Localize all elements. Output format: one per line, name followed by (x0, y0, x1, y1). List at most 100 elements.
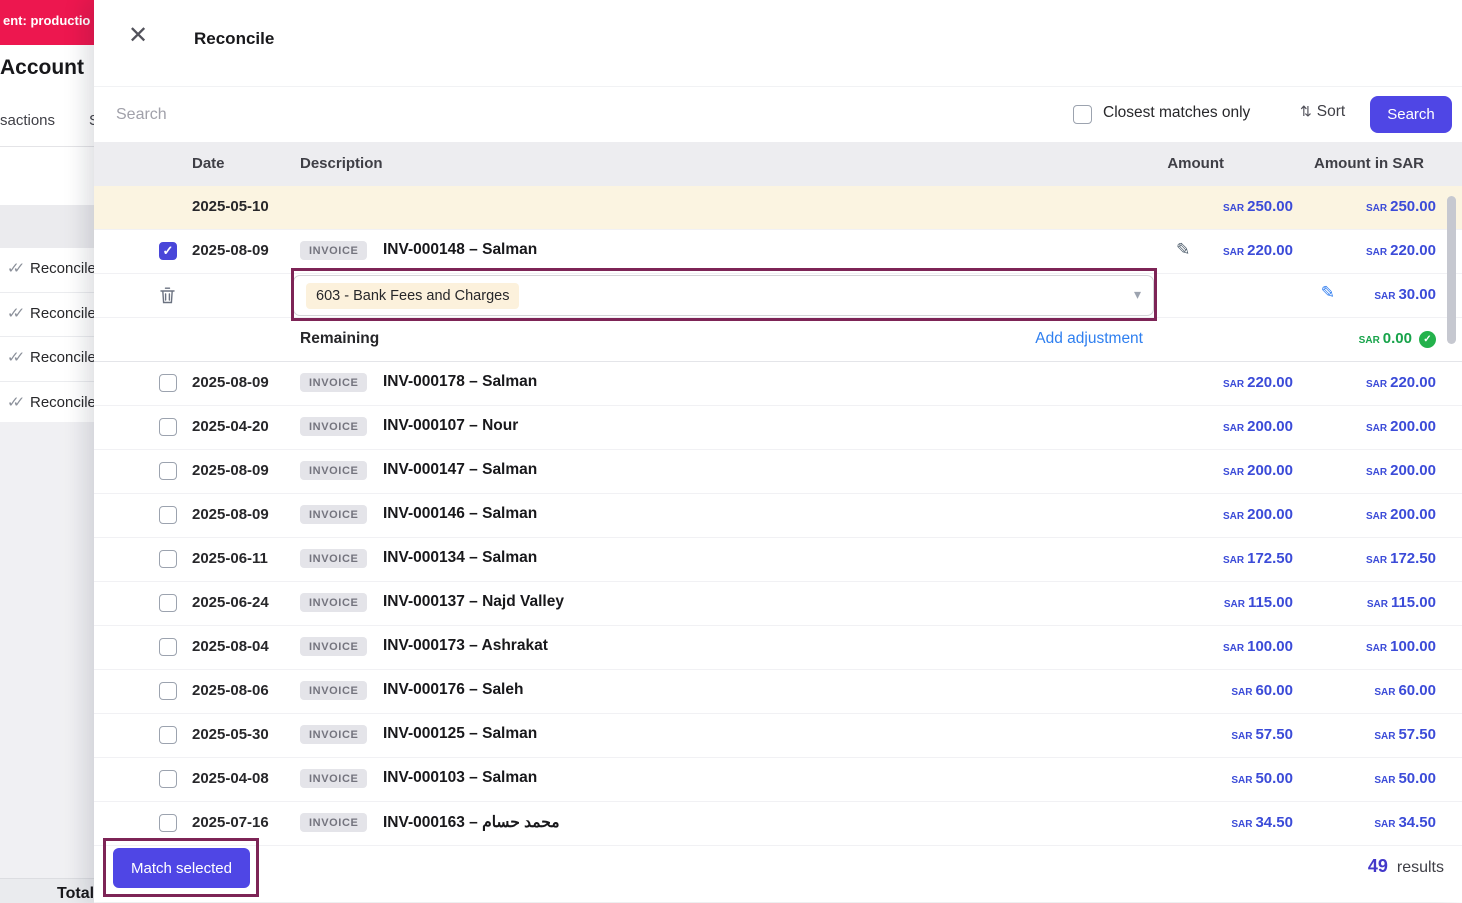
header-amount-sar: Amount in SAR (1314, 155, 1424, 172)
account-select-row: 603 - Bank Fees and Charges ▾ ✎ SAR30.00 (94, 274, 1462, 318)
invoice-badge: INVOICE (300, 637, 367, 656)
search-input[interactable] (114, 99, 618, 131)
search-bar: Closest matches only ⇅Sort Search (94, 86, 1462, 143)
add-adjustment-link[interactable]: Add adjustment (1035, 330, 1143, 348)
table-body: 2025-05-10 SAR250.00 SAR250.00 ✓ 2025-08… (94, 186, 1462, 846)
reconcile-row-label: Reconcile (30, 305, 94, 322)
table-row[interactable]: 2025-08-09 INVOICE INV-000178 – Salman S… (94, 362, 1462, 406)
match-selected-button[interactable]: Match selected (113, 848, 250, 888)
sort-control[interactable]: ⇅Sort (1300, 103, 1345, 121)
table-row[interactable]: 2025-06-11 INVOICE INV-000134 – Salman S… (94, 538, 1462, 582)
double-check-icon: ✓✓ (7, 304, 25, 322)
invoice-badge: INVOICE (300, 813, 367, 832)
delete-icon[interactable] (160, 287, 175, 309)
table-row[interactable]: 2025-07-16 INVOICE INV-000163 – محمد حسا… (94, 802, 1462, 846)
row-amount: SAR172.50 (1223, 550, 1293, 568)
double-check-icon: ✓✓ (7, 393, 25, 411)
background-reconcile-row[interactable]: ✓✓ Reconcile (0, 293, 94, 338)
row-date: 2025-06-24 (192, 594, 269, 611)
row-description: INV-000134 – Salman (383, 549, 537, 567)
background-page: ent: productio Account sactions S ✓✓ Rec… (0, 0, 94, 902)
invoice-badge: INVOICE (300, 505, 367, 524)
search-button[interactable]: Search (1370, 96, 1452, 133)
close-icon[interactable]: ✕ (128, 24, 148, 48)
invoice-badge: INVOICE (300, 681, 367, 700)
row-amount-sar: SAR200.00 (1366, 506, 1436, 524)
modal-title: Reconcile (194, 29, 274, 49)
row-checkbox[interactable] (159, 418, 177, 436)
row-amount: SAR220.00 (1223, 242, 1293, 260)
invoice-badge: INVOICE (300, 461, 367, 480)
row-amount-sar: SAR115.00 (1367, 594, 1436, 612)
table-row[interactable]: 2025-08-09 INVOICE INV-000147 – Salman S… (94, 450, 1462, 494)
background-reconcile-row[interactable]: ✓✓ Reconcile (0, 248, 94, 293)
row-amount: SAR50.00 (1231, 770, 1293, 788)
row-description: INV-000147 – Salman (383, 461, 537, 479)
row-description: INV-000146 – Salman (383, 505, 537, 523)
invoice-badge: INVOICE (300, 417, 367, 436)
row-checkbox[interactable] (159, 550, 177, 568)
background-reconcile-row[interactable]: ✓✓ Reconcile (0, 382, 94, 427)
table-row[interactable]: 2025-08-04 INVOICE INV-000173 – Ashrakat… (94, 626, 1462, 670)
environment-banner-text: ent: productio (3, 13, 90, 28)
row-description: INV-000173 – Ashrakat (383, 637, 548, 655)
invoice-badge: INVOICE (300, 241, 367, 260)
total-bar: Total (0, 878, 94, 903)
row-date: 2025-08-09 (192, 506, 269, 523)
edit-split-amount-icon[interactable]: ✎ (1321, 283, 1335, 303)
account-select[interactable]: 603 - Bank Fees and Charges ▾ (293, 275, 1154, 316)
row-amount: SAR60.00 (1231, 682, 1293, 700)
table-row[interactable]: 2025-08-09 INVOICE INV-000146 – Salman S… (94, 494, 1462, 538)
tabs-divider (0, 146, 94, 147)
row-amount-sar: SAR60.00 (1374, 682, 1436, 700)
header-description: Description (300, 155, 383, 172)
row-checkbox-checked[interactable]: ✓ (159, 242, 177, 260)
row-amount-sar: SAR30.00 (1374, 286, 1436, 304)
environment-banner: ent: productio (0, 0, 94, 45)
matched-invoice-row[interactable]: ✓ 2025-08-09 INVOICE INV-000148 – Salman… (94, 230, 1462, 274)
row-date: 2025-08-09 (192, 462, 269, 479)
table-row[interactable]: 2025-08-06 INVOICE INV-000176 – Saleh SA… (94, 670, 1462, 714)
table-row[interactable]: 2025-04-20 INVOICE INV-000107 – Nour SAR… (94, 406, 1462, 450)
row-checkbox[interactable] (159, 770, 177, 788)
invoice-badge: INVOICE (300, 373, 367, 392)
row-checkbox[interactable] (159, 506, 177, 524)
statement-row[interactable]: 2025-05-10 SAR250.00 SAR250.00 (94, 186, 1462, 230)
row-date: 2025-04-20 (192, 418, 269, 435)
table-row[interactable]: 2025-06-24 INVOICE INV-000137 – Najd Val… (94, 582, 1462, 626)
reconcile-row-label: Reconcile (30, 394, 94, 411)
row-checkbox[interactable] (159, 638, 177, 656)
row-checkbox[interactable] (159, 814, 177, 832)
row-amount: SAR100.00 (1223, 638, 1293, 656)
remaining-label: Remaining (300, 330, 379, 348)
tab-transactions[interactable]: sactions (0, 112, 55, 129)
row-amount: SAR115.00 (1224, 594, 1293, 612)
row-description: INV-000176 – Saleh (383, 681, 523, 699)
background-reconcile-row[interactable]: ✓✓ Reconcile (0, 337, 94, 382)
row-amount: SAR34.50 (1231, 814, 1293, 832)
closest-matches-checkbox[interactable] (1073, 105, 1092, 124)
row-checkbox[interactable] (159, 726, 177, 744)
row-checkbox[interactable] (159, 594, 177, 612)
row-checkbox[interactable] (159, 682, 177, 700)
row-description: INV-000125 – Salman (383, 725, 537, 743)
table-row[interactable]: 2025-05-30 INVOICE INV-000125 – Salman S… (94, 714, 1462, 758)
row-date: 2025-05-30 (192, 726, 269, 743)
row-checkbox[interactable] (159, 462, 177, 480)
row-amount-sar: SAR220.00 (1366, 242, 1436, 260)
header-date: Date (192, 155, 225, 172)
remaining-amount: SAR0.00 (1359, 330, 1412, 348)
row-date: 2025-08-09 (192, 374, 269, 391)
row-checkbox[interactable] (159, 374, 177, 392)
table-row[interactable]: 2025-04-08 INVOICE INV-000103 – Salman S… (94, 758, 1462, 802)
edit-amount-icon[interactable]: ✎ (1176, 240, 1190, 260)
scrollbar-thumb[interactable] (1447, 196, 1456, 344)
row-date: 2025-07-16 (192, 814, 269, 831)
closest-matches-label: Closest matches only (1103, 104, 1250, 122)
sort-icon: ⇅ (1300, 103, 1312, 119)
page-title: Account (0, 56, 84, 80)
row-date: 2025-08-06 (192, 682, 269, 699)
table-header: Date Description Amount Amount in SAR (94, 142, 1462, 186)
row-amount: SAR57.50 (1231, 726, 1293, 744)
reconcile-row-label: Reconcile (30, 260, 94, 277)
